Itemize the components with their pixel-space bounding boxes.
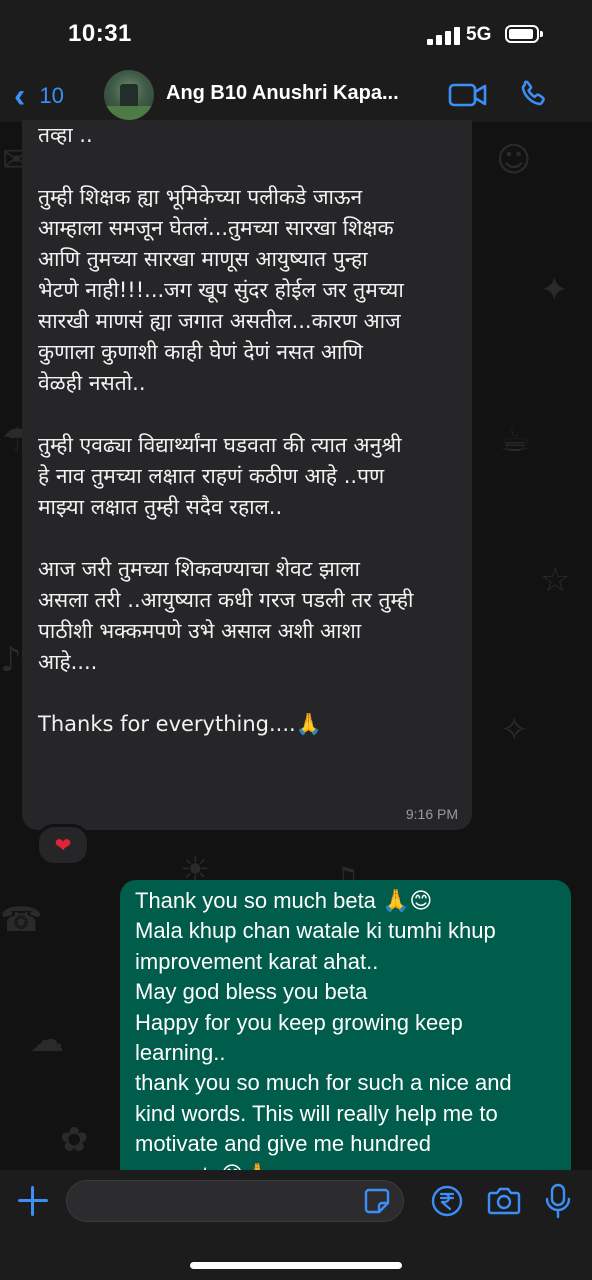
rupee-icon xyxy=(431,1185,463,1217)
message-line: motivate and give me hundred xyxy=(135,1131,431,1157)
video-camera-icon xyxy=(448,83,487,107)
incoming-message-text: तव्हा .. तुम्ही शिक्षक ह्या भूमिकेच्या पल… xyxy=(38,120,468,740)
message-line: वेळही नसतो.. xyxy=(38,371,146,395)
message-line: सारखी माणसं ह्या जगात असतील...कारण आज xyxy=(38,309,401,333)
message-line xyxy=(38,678,468,709)
chevron-left-icon: ‹ xyxy=(14,77,26,115)
message-line: आज जरी तुमच्या शिकवण्याचा शेवट झाला xyxy=(38,557,360,581)
message-line: Happy for you keep growing keep xyxy=(135,1009,463,1035)
sticker-icon xyxy=(364,1188,390,1214)
message-input[interactable] xyxy=(66,1180,404,1222)
home-indicator xyxy=(190,1262,402,1269)
avatar[interactable] xyxy=(104,70,154,120)
back-button[interactable]: ‹ 10 xyxy=(14,77,64,115)
message-line: May god bless you beta xyxy=(135,979,368,1005)
message-line: Thanks for everything....🙏 xyxy=(38,712,322,736)
message-line xyxy=(38,523,468,554)
heart-reaction[interactable]: ❤ xyxy=(36,824,90,866)
message-line xyxy=(38,399,468,430)
unread-count: 10 xyxy=(39,83,64,108)
status-bar: 10:31 5G xyxy=(0,0,592,70)
message-line: तुम्ही एवढ्या विद्यार्थ्यांना घडवता की त… xyxy=(38,433,402,457)
network-type: 5G xyxy=(466,24,492,45)
message-line: आहे.... xyxy=(38,650,98,674)
message-line: माझ्या लक्षात तुम्ही सदैव रहाल.. xyxy=(38,495,283,519)
message-line: पाठीशी भक्कमपणे उभे असाल अशी आशा xyxy=(38,619,362,643)
camera-button[interactable] xyxy=(487,1186,521,1216)
clock: 10:31 xyxy=(68,20,132,47)
message-line: Mala khup chan watale ki tumhi khup xyxy=(135,918,496,944)
message-line: learning.. xyxy=(135,1040,226,1066)
outgoing-message[interactable]: Thank you so much beta 🙏😊 Mala khup chan … xyxy=(120,880,571,1180)
message-line: तुम्ही शिक्षक ह्या भूमिकेच्या पलीकडे जाऊ… xyxy=(38,185,363,209)
message-line: आम्हाला समजून घेतलं...तुमच्या सारखा शिक्… xyxy=(38,216,394,240)
plus-icon[interactable] xyxy=(18,1186,48,1216)
microphone-icon xyxy=(545,1183,571,1219)
voice-note-button[interactable] xyxy=(545,1183,571,1219)
signal-bars-icon xyxy=(427,27,461,45)
message-line: हे नाव तुमच्या लक्षात राहणं कठीण आहे ..प… xyxy=(38,464,385,488)
video-call-button[interactable] xyxy=(448,80,488,110)
chat-header: ‹ 10 Ang B10 Anushri Kapa... xyxy=(0,70,592,122)
heart-icon: ❤ xyxy=(54,834,72,857)
message-line: तव्हा .. xyxy=(38,123,93,147)
camera-icon xyxy=(487,1187,521,1215)
message-line xyxy=(38,151,468,182)
outgoing-message-text: Thank you so much beta 🙏😊 Mala khup chan … xyxy=(135,886,565,1180)
message-line: kind words. This will really help me to xyxy=(135,1100,498,1126)
message-time: 9:16 PM xyxy=(405,806,458,822)
message-line: thank you so much for such a nice and xyxy=(135,1070,512,1096)
message-line: आणि तुमच्या सारखा माणूस आयुष्यात पुन्हा xyxy=(38,247,368,271)
message-line: कुणाला कुणाशी काही घेणं देणं नसत आणि xyxy=(38,340,363,364)
phone-icon xyxy=(521,80,545,106)
message-line: भेटणे नाही!!!...जग खूप सुंदर होईल जर तुम… xyxy=(38,278,404,302)
message-line: improvement karat ahat.. xyxy=(135,948,379,974)
voice-call-button[interactable] xyxy=(516,78,550,112)
contact-name[interactable]: Ang B10 Anushri Kapa... xyxy=(166,82,399,105)
battery-icon xyxy=(505,25,543,43)
sticker-button[interactable] xyxy=(364,1188,390,1214)
message-line: Thank you so much beta 🙏😊 xyxy=(135,888,433,913)
payment-button[interactable] xyxy=(431,1185,463,1217)
incoming-message[interactable]: तव्हा .. तुम्ही शिक्षक ह्या भूमिकेच्या पल… xyxy=(22,120,472,830)
message-line: असला तरी ..आयुष्यात कधी गरज पडली तर तुम्… xyxy=(38,588,414,612)
